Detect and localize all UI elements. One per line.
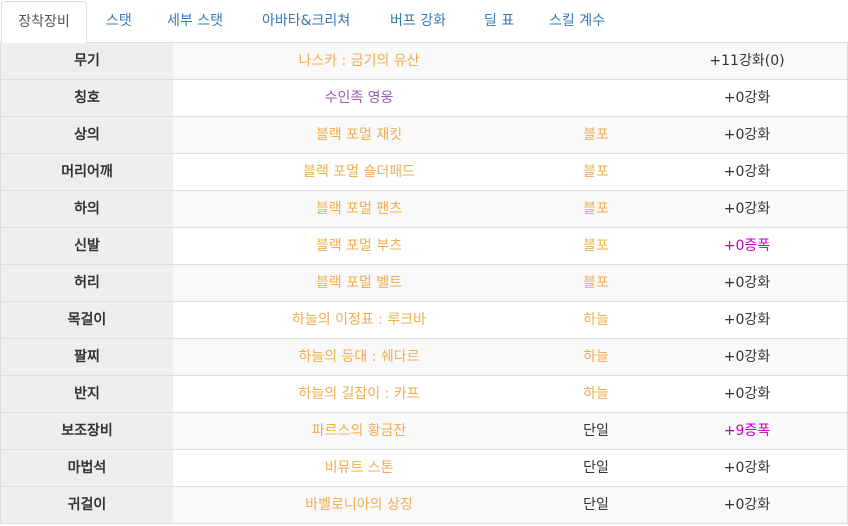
item-name: 하늘의 등대 : 쉐다르 xyxy=(298,349,420,365)
item-name: 바벨로니아의 상징 xyxy=(305,497,413,513)
slot-label: 반지 xyxy=(1,376,173,412)
enhance-level: +0증폭 xyxy=(723,238,771,254)
item-name: 하늘의 이정표 : 루크바 xyxy=(292,312,426,328)
slot-label: 귀걸이 xyxy=(1,487,173,523)
item-name: 블랙 포멀 벨트 xyxy=(315,275,403,291)
table-row: 신발 블랙 포멀 부츠 블포 +0증폭 xyxy=(1,228,847,265)
enhance-level: +0강화 xyxy=(723,127,771,143)
table-row: 귀걸이 바벨로니아의 상징 단일 +0강화 xyxy=(1,487,847,524)
table-row: 팔찌 하늘의 등대 : 쉐다르 하늘 +0강화 xyxy=(1,339,847,376)
table-row: 마법석 비뮤트 스톤 단일 +0강화 xyxy=(1,450,847,487)
set-name: 블포 xyxy=(583,127,609,143)
tab-skill-coefficient[interactable]: 스킬 계수 xyxy=(549,0,605,43)
tab-avatar-creature[interactable]: 아바타&크리쳐 xyxy=(262,0,350,43)
set-name: 하늘 xyxy=(583,312,609,328)
item-name: 수인족 영웅 xyxy=(324,90,394,106)
enhance-level: +0강화 xyxy=(723,312,771,328)
set-name: 하늘 xyxy=(583,386,609,402)
slot-label: 목걸이 xyxy=(1,302,173,338)
enhance-level: +0강화 xyxy=(723,201,771,217)
enhance-level: +0강화 xyxy=(723,460,771,476)
table-row: 상의 블랙 포멀 재킷 블포 +0강화 xyxy=(1,117,847,154)
item-name: 하늘의 길잡이 : 카프 xyxy=(298,386,420,402)
slot-label: 보조장비 xyxy=(1,413,173,449)
item-name: 블랙 포멀 부츠 xyxy=(315,238,403,254)
tab-detailed-stats[interactable]: 세부 스탯 xyxy=(167,0,223,43)
set-name: 블포 xyxy=(583,238,609,254)
tab-equipment[interactable]: 장착장비 xyxy=(1,1,87,44)
set-name xyxy=(545,80,647,116)
slot-label: 허리 xyxy=(1,265,173,301)
enhance-level: +11강화(0) xyxy=(709,53,785,69)
set-name: 하늘 xyxy=(583,349,609,365)
slot-label: 상의 xyxy=(1,117,173,153)
item-name: 나스카 : 금기의 유산 xyxy=(298,53,420,69)
set-name: 단일 xyxy=(583,460,609,476)
table-row: 목걸이 하늘의 이정표 : 루크바 하늘 +0강화 xyxy=(1,302,847,339)
set-name: 단일 xyxy=(583,423,609,439)
item-name: 비뮤트 스톤 xyxy=(324,460,394,476)
item-name: 블랙 포멀 팬츠 xyxy=(315,201,403,217)
set-name: 블포 xyxy=(583,164,609,180)
tab-stats[interactable]: 스탯 xyxy=(106,0,132,43)
slot-label: 팔찌 xyxy=(1,339,173,375)
set-name xyxy=(545,43,647,79)
slot-label: 머리어깨 xyxy=(1,154,173,190)
slot-label: 칭호 xyxy=(1,80,173,116)
table-row: 칭호 수인족 영웅 +0강화 xyxy=(1,80,847,117)
enhance-level: +0강화 xyxy=(723,164,771,180)
tab-buff-enhance[interactable]: 버프 강화 xyxy=(390,0,446,43)
slot-label: 마법석 xyxy=(1,450,173,486)
enhance-level: +0강화 xyxy=(723,349,771,365)
tab-damage-table[interactable]: 딜 표 xyxy=(484,0,514,43)
enhance-level: +0강화 xyxy=(723,386,771,402)
slot-label: 하의 xyxy=(1,191,173,227)
table-row: 허리 블랙 포멀 벨트 블포 +0강화 xyxy=(1,265,847,302)
enhance-level: +0강화 xyxy=(723,497,771,513)
table-row: 하의 블랙 포멀 팬츠 블포 +0강화 xyxy=(1,191,847,228)
slot-label: 무기 xyxy=(1,43,173,79)
set-name: 단일 xyxy=(583,497,609,513)
tab-bar: 장착장비 스탯 세부 스탯 아바타&크리쳐 버프 강화 딜 표 스킬 계수 xyxy=(0,0,848,44)
enhance-level: +0강화 xyxy=(723,90,771,106)
set-name: 블포 xyxy=(583,275,609,291)
table-row: 반지 하늘의 길잡이 : 카프 하늘 +0강화 xyxy=(1,376,847,413)
item-name: 블랙 포멀 숄더패드 xyxy=(303,164,415,180)
set-name: 블포 xyxy=(583,201,609,217)
table-row: 무기 나스카 : 금기의 유산 +11강화(0) xyxy=(1,43,847,80)
slot-label: 신발 xyxy=(1,228,173,264)
equipment-table: 무기 나스카 : 금기의 유산 +11강화(0) 칭호 수인족 영웅 +0강화 상의 블랙 포… xyxy=(0,43,848,524)
enhance-level: +0강화 xyxy=(723,275,771,291)
item-name: 블랙 포멀 재킷 xyxy=(315,127,403,143)
table-row: 머리어깨 블랙 포멀 숄더패드 블포 +0강화 xyxy=(1,154,847,191)
item-name: 파르스의 황금잔 xyxy=(311,423,407,439)
enhance-level: +9증폭 xyxy=(723,423,771,439)
table-row: 보조장비 파르스의 황금잔 단일 +9증폭 xyxy=(1,413,847,450)
